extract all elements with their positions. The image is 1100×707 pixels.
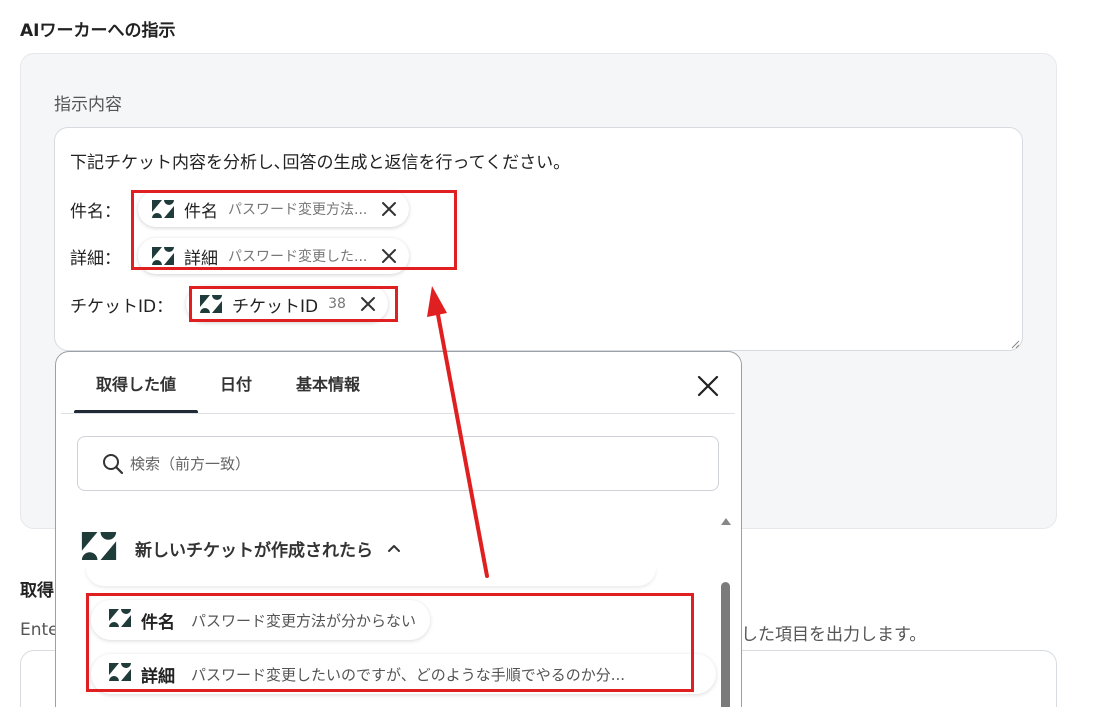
subject-label: 件名： [70, 202, 121, 222]
resize-grip-icon[interactable] [1010, 339, 1020, 349]
output-description-start: Ente [20, 620, 59, 640]
zendesk-icon [109, 663, 131, 685]
item-value: パスワード変更方法が分からない [191, 611, 417, 630]
zendesk-icon [152, 247, 174, 265]
tab-basic-info[interactable]: 基本情報 [274, 352, 382, 414]
tab-acquired-values[interactable]: 取得した値 [74, 352, 199, 414]
chip-name: 詳細 [184, 248, 218, 269]
search-input[interactable]: 検索（前方一致） [77, 436, 719, 491]
zendesk-icon [200, 295, 222, 313]
scrollbar-thumb[interactable] [721, 582, 730, 707]
scroll-up-icon[interactable] [721, 518, 731, 525]
section-title: AIワーカーへの指示 [20, 21, 176, 41]
output-section-label: 取得 [20, 581, 54, 601]
variable-chip-ticket-id[interactable]: チケットID 38 [186, 286, 388, 322]
item-value: パスワード変更したいのですが、どのような手順でやるのか分... [191, 665, 626, 684]
chip-value: パスワード変更方法... [228, 202, 368, 218]
search-placeholder: 検索（前方一致） [130, 455, 251, 473]
close-icon[interactable] [696, 374, 720, 398]
variable-chip-subject[interactable]: 件名 パスワード変更方法... [138, 191, 410, 227]
close-icon[interactable] [379, 199, 399, 219]
trigger-group-header[interactable]: 新しいチケットが作成されたら [81, 528, 403, 568]
tab-date[interactable]: 日付 [198, 352, 274, 414]
field-label: 指示内容 [54, 95, 122, 115]
item-name: 件名 [141, 612, 175, 633]
zendesk-icon [81, 532, 117, 564]
detail-label: 詳細： [70, 249, 121, 269]
output-description-end: した項目を出力します。 [741, 625, 927, 645]
list-item-partial [86, 566, 656, 586]
list-item-subject[interactable]: 件名 パスワード変更方法が分からない [91, 600, 431, 640]
close-icon[interactable] [358, 294, 378, 314]
variable-picker-popup: 取得した値 日付 基本情報 検索（前方一致） 新しいチケットが作成されたら 件名… [55, 351, 742, 707]
ticket-id-label: チケットID： [70, 297, 174, 317]
chip-name: 件名 [184, 201, 218, 222]
scrollbar[interactable] [720, 518, 732, 707]
chip-name: チケットID [232, 296, 319, 317]
list-item-detail[interactable]: 詳細 パスワード変更したいのですが、どのような手順でやるのか分... [91, 654, 716, 694]
variable-chip-detail[interactable]: 詳細 パスワード変更した... [138, 238, 410, 274]
close-icon[interactable] [379, 246, 399, 266]
group-title: 新しいチケットが作成されたら [135, 540, 373, 561]
picker-tabs: 取得した値 日付 基本情報 [74, 352, 382, 414]
chevron-up-icon[interactable] [385, 539, 403, 557]
chip-value: パスワード変更した... [228, 249, 368, 265]
zendesk-icon [152, 200, 174, 218]
tab-divider [61, 413, 735, 414]
chip-value: 38 [328, 296, 346, 312]
instruction-line-1: 下記チケット内容を分析し､回答の生成と返信を行ってください。 [70, 153, 571, 173]
search-icon [103, 453, 124, 474]
item-name: 詳細 [141, 666, 175, 687]
zendesk-icon [109, 609, 131, 631]
